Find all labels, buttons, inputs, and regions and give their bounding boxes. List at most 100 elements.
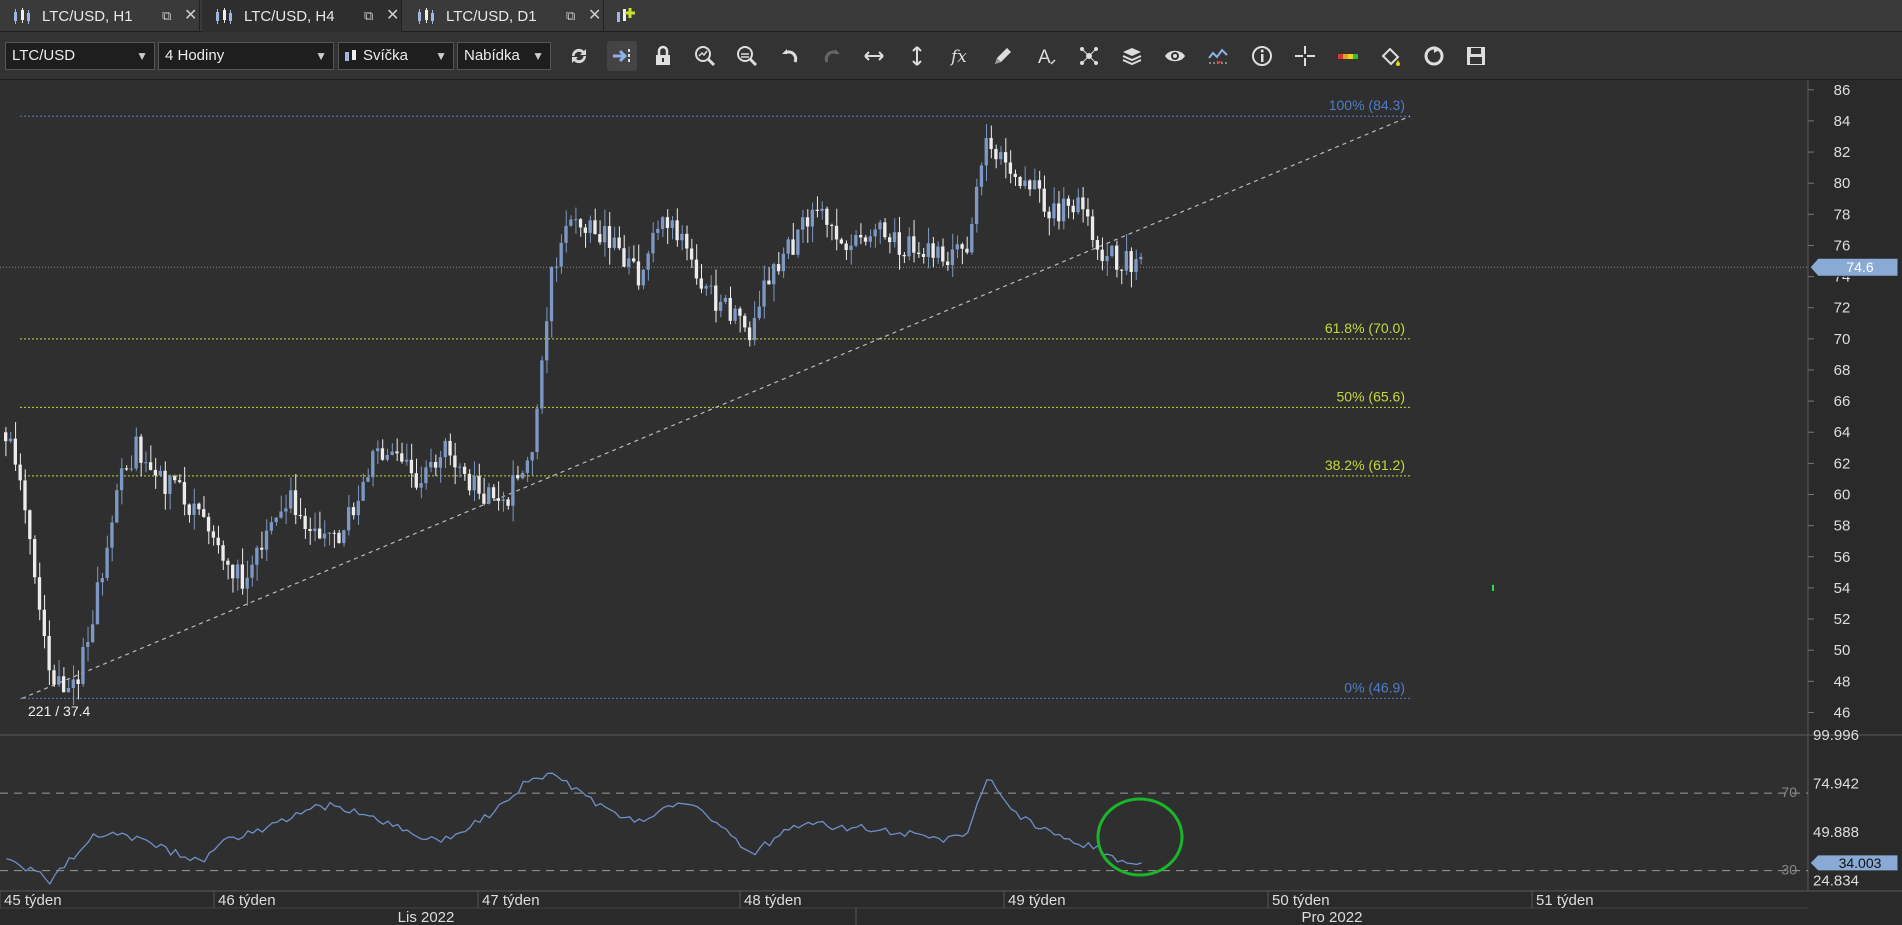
candle-body — [1018, 177, 1022, 187]
tab-ltcusd-h1[interactable]: LTC/USD, H1 ⧉ ✕ — [0, 0, 200, 32]
chart-type-select[interactable]: Svíčka ▼ — [338, 42, 454, 70]
eye-button[interactable] — [1160, 41, 1190, 71]
price-tick-label: 70 — [1834, 331, 1851, 348]
vertical-resize-button[interactable] — [902, 41, 932, 71]
candle-body — [801, 217, 805, 230]
price-tick-label: 66 — [1834, 393, 1851, 410]
layers-icon — [1122, 48, 1142, 66]
candle-body — [709, 285, 713, 287]
redo-icon — [824, 49, 840, 63]
zoom-out-button[interactable] — [732, 41, 762, 71]
candle-body — [52, 670, 56, 685]
candle-body — [656, 228, 660, 233]
autoscroll-button[interactable] — [607, 41, 637, 71]
candle-body — [675, 220, 679, 241]
rsi-level-label: 30 — [1781, 862, 1797, 878]
candle-body — [892, 232, 897, 243]
timeframe-select[interactable]: 4 Hodiny ▼ — [158, 42, 334, 70]
candle-body — [124, 468, 129, 470]
crosshair-button[interactable] — [1290, 41, 1320, 71]
candle-body — [622, 248, 626, 267]
candle-body — [1119, 269, 1124, 271]
candle-body — [559, 242, 563, 267]
function-button[interactable]: fx — [945, 41, 975, 71]
fill-bucket-button[interactable] — [1376, 41, 1406, 71]
close-icon[interactable]: ✕ — [588, 8, 602, 24]
candle-body — [525, 460, 530, 473]
rsi-tick-label: 74.942 — [1813, 776, 1859, 793]
candle-body — [641, 269, 645, 286]
rsi-pane[interactable] — [0, 735, 1808, 891]
pencil-button[interactable] — [988, 41, 1018, 71]
reset-button[interactable] — [1419, 41, 1449, 71]
candle-body — [274, 517, 278, 523]
candle-body — [467, 473, 472, 491]
fib-level-label: 100% (84.3) — [1329, 97, 1405, 113]
candle-body — [433, 462, 438, 468]
refresh-button[interactable] — [564, 41, 594, 71]
candle-body — [714, 285, 718, 311]
candle-body — [332, 532, 336, 534]
candle-body — [395, 451, 399, 454]
info-icon — [1252, 46, 1272, 66]
horizontal-resize-icon — [864, 51, 884, 61]
save-button[interactable] — [1461, 41, 1491, 71]
indicator-button[interactable] — [1204, 41, 1234, 71]
close-icon[interactable]: ✕ — [184, 8, 198, 24]
candle-body — [129, 468, 133, 470]
symbol-select[interactable]: LTC/USD ▼ — [5, 42, 155, 70]
candle-body — [153, 469, 158, 476]
price-tick-label: 80 — [1834, 175, 1851, 192]
candlestick-icon — [345, 50, 356, 61]
candle-body — [173, 476, 177, 481]
chart-area[interactable]: 8684828078767472706866646260585654525048… — [0, 80, 1902, 925]
lock-button[interactable] — [648, 41, 678, 71]
candle-body — [81, 646, 85, 684]
add-chart-icon[interactable] — [614, 4, 638, 28]
candle-body — [371, 451, 375, 478]
candle-body — [1052, 203, 1056, 219]
price-tick-label: 82 — [1834, 144, 1851, 161]
candle-body — [375, 448, 380, 452]
candle-body — [520, 472, 525, 479]
pattern-button[interactable] — [1074, 41, 1104, 71]
candle-body — [757, 306, 761, 319]
text-button[interactable]: A — [1031, 41, 1061, 71]
candle-body — [1032, 180, 1037, 190]
candle-body — [462, 466, 467, 474]
tab-ltcusd-d1[interactable]: LTC/USD, D1 ⧉ ✕ — [404, 0, 604, 32]
candle-body — [945, 261, 950, 266]
candle-body — [298, 515, 302, 517]
candle-body — [245, 577, 249, 589]
redo-button[interactable] — [817, 41, 847, 71]
candle-body — [269, 522, 274, 531]
candle-body — [728, 297, 732, 321]
candle-body — [308, 528, 312, 532]
candle-body — [13, 438, 17, 465]
color-bar-button[interactable] — [1333, 41, 1363, 71]
week-label: 46 týden — [218, 892, 276, 909]
info-button[interactable] — [1247, 41, 1277, 71]
candle-body — [23, 480, 27, 511]
candle-body — [535, 408, 539, 453]
popout-icon[interactable]: ⧉ — [364, 9, 378, 23]
horizontal-resize-button[interactable] — [859, 41, 889, 71]
candle-body — [1042, 188, 1046, 212]
popout-icon[interactable]: ⧉ — [162, 9, 176, 23]
zoom-in-button[interactable] — [690, 41, 720, 71]
close-icon[interactable]: ✕ — [386, 8, 400, 24]
tab-ltcusd-h4[interactable]: LTC/USD, H4 ⧉ ✕ — [202, 0, 402, 32]
candle-body — [670, 220, 674, 228]
popout-icon[interactable]: ⧉ — [566, 9, 580, 23]
undo-button[interactable] — [775, 41, 805, 71]
candle-body — [931, 243, 935, 258]
candle-body — [4, 432, 8, 442]
candle-body — [796, 229, 800, 255]
candle-body — [487, 487, 491, 504]
candle-body — [989, 138, 993, 150]
candle-body — [1086, 209, 1090, 217]
price-axis[interactable] — [1808, 80, 1902, 891]
layers-button[interactable] — [1117, 41, 1147, 71]
price-side-select[interactable]: Nabídka ▼ — [457, 42, 551, 70]
candle-body — [211, 531, 216, 538]
